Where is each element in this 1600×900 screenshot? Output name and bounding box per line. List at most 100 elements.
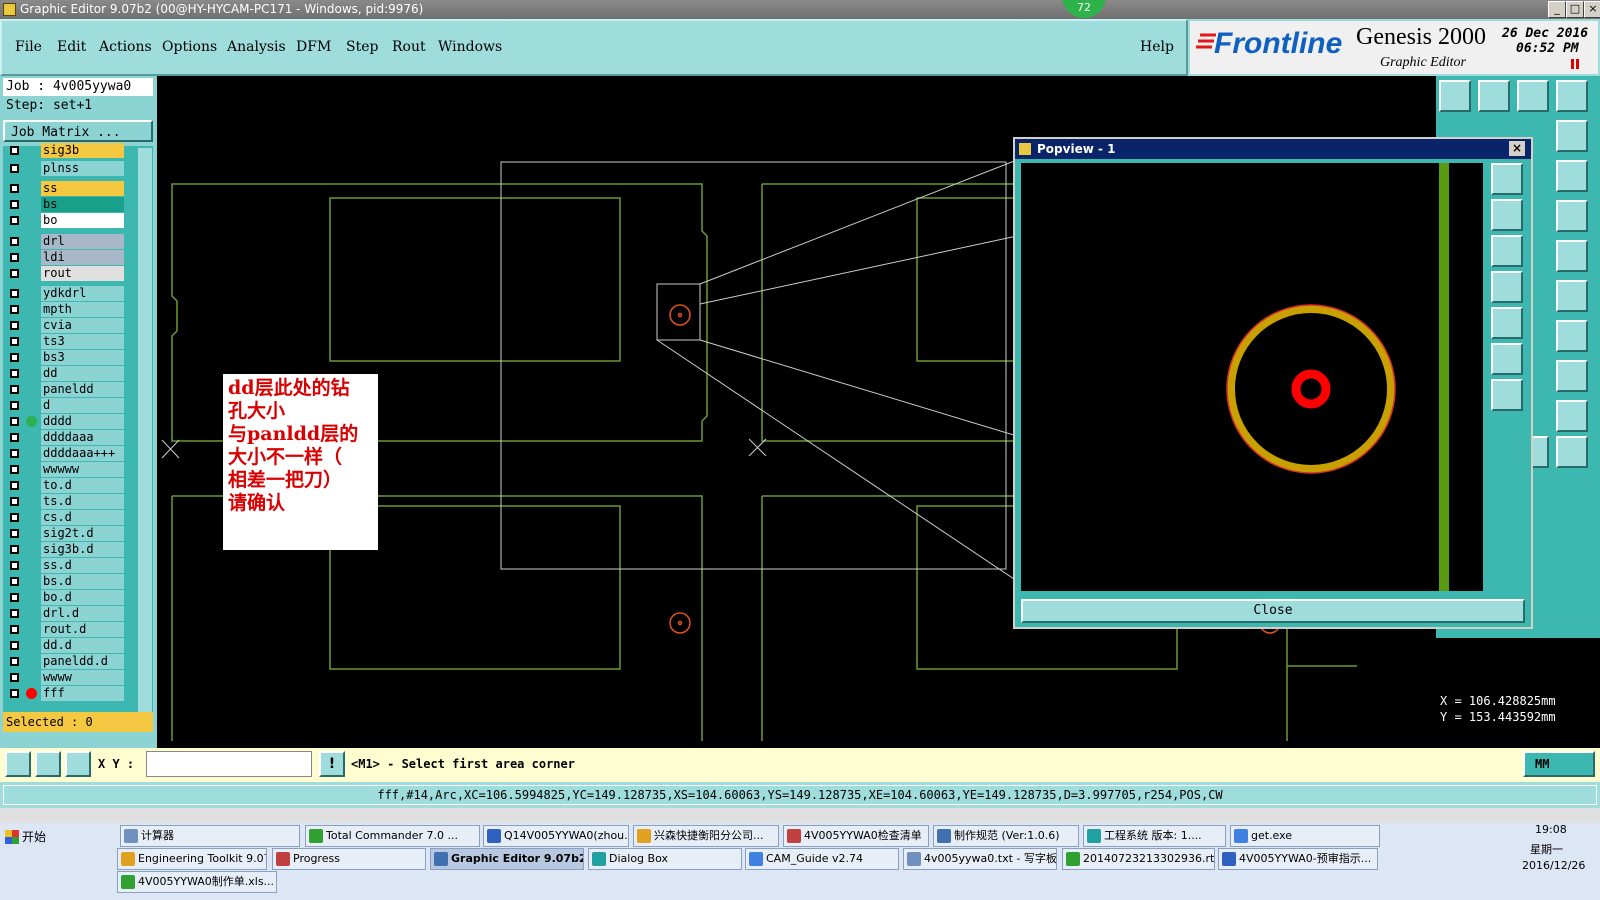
- layer-name[interactable]: paneldd: [41, 382, 124, 397]
- help-icon[interactable]: [1556, 160, 1588, 192]
- layer-name[interactable]: cs.d: [41, 510, 124, 525]
- popview-close-button[interactable]: Close: [1021, 599, 1525, 623]
- menu-edit[interactable]: Edit: [57, 39, 86, 55]
- net-icon[interactable]: [1556, 200, 1588, 232]
- taskbar-item[interactable]: 4V005YYWA0检查清单: [783, 825, 929, 847]
- alert-icon[interactable]: !: [319, 751, 345, 777]
- layer-row[interactable]: ss.d: [6, 558, 124, 573]
- arc-icon[interactable]: [1556, 400, 1588, 432]
- grid-icon[interactable]: [65, 751, 91, 777]
- taskbar-item[interactable]: 计算器: [120, 825, 300, 847]
- home-icon[interactable]: [1517, 80, 1549, 112]
- taskbar-item[interactable]: 4v005yywa0.txt - 写字板: [903, 848, 1057, 870]
- layer-row[interactable]: bs: [6, 197, 124, 212]
- taskbar-item[interactable]: Q14V005YYWA0(zhou...: [483, 825, 629, 847]
- up-arrow-icon[interactable]: [1439, 80, 1471, 112]
- popview-close-icon[interactable]: ×: [1509, 141, 1525, 156]
- layer-row[interactable]: to.d: [6, 478, 124, 493]
- layer-checkbox[interactable]: [10, 625, 19, 634]
- layer-checkbox[interactable]: [10, 577, 19, 586]
- taskbar-item[interactable]: Graphic Editor 9.07b2...: [430, 848, 584, 870]
- layer-checkbox[interactable]: [10, 673, 19, 682]
- layer-row[interactable]: ldi: [6, 250, 124, 265]
- layer-row[interactable]: ydkdrl: [6, 286, 124, 301]
- layer-name[interactable]: ts.d: [41, 494, 124, 509]
- layer-checkbox[interactable]: [10, 216, 19, 225]
- layer-checkbox[interactable]: [10, 513, 19, 522]
- layer-checkbox[interactable]: [10, 164, 19, 173]
- layer-checkbox[interactable]: [10, 305, 19, 314]
- zoom-tool-icon[interactable]: [1491, 163, 1523, 195]
- layer-row[interactable]: ts3: [6, 334, 124, 349]
- layer-checkbox[interactable]: [10, 657, 19, 666]
- menu-help[interactable]: Help: [1140, 39, 1174, 55]
- pause-icon[interactable]: [1571, 59, 1579, 69]
- layer-checkbox[interactable]: [10, 337, 19, 346]
- layer-checkbox[interactable]: [10, 561, 19, 570]
- system-clock[interactable]: 19:08 星期一 2016/12/26: [1470, 823, 1600, 900]
- layer-name[interactable]: dd.d: [41, 638, 124, 653]
- snap-icon[interactable]: [1556, 120, 1588, 152]
- layer-row[interactable]: drl: [6, 234, 124, 249]
- layer-row[interactable]: fff: [6, 686, 124, 701]
- layer-checkbox[interactable]: [10, 321, 19, 330]
- menu-step[interactable]: Step: [346, 39, 378, 55]
- layer-row[interactable]: cvia: [6, 318, 124, 333]
- xy-input[interactable]: [146, 751, 312, 777]
- layer-row[interactable]: wwww: [6, 670, 124, 685]
- layer-name[interactable]: ss: [41, 181, 124, 196]
- layer-row[interactable]: plnss: [6, 161, 124, 176]
- taskbar-item[interactable]: Progress: [272, 848, 426, 870]
- layer-row[interactable]: bs.d: [6, 574, 124, 589]
- menu-options[interactable]: Options: [162, 39, 217, 55]
- layer-checkbox[interactable]: [10, 593, 19, 602]
- layer-name[interactable]: bo: [41, 213, 124, 228]
- shapes-icon[interactable]: [1556, 360, 1588, 392]
- layer-row[interactable]: cs.d: [6, 510, 124, 525]
- layer-name[interactable]: mpth: [41, 302, 124, 317]
- layer-name[interactable]: wwwww: [41, 462, 124, 477]
- taskbar-item[interactable]: 制作规范 (Ver:1.0.6): [933, 825, 1079, 847]
- layer-row[interactable]: drl.d: [6, 606, 124, 621]
- layer-row[interactable]: dd.d: [6, 638, 124, 653]
- font-icon[interactable]: [1556, 320, 1588, 352]
- layer-name[interactable]: dddd: [41, 414, 124, 429]
- layer-row[interactable]: paneldd: [6, 382, 124, 397]
- layer-row[interactable]: d: [6, 398, 124, 413]
- layer-checkbox[interactable]: [10, 369, 19, 378]
- layer-row[interactable]: ss: [6, 181, 124, 196]
- maximize-button[interactable]: □: [1566, 1, 1584, 18]
- layer-name[interactable]: ss.d: [41, 558, 124, 573]
- layer-row[interactable]: ddddaaa+++: [6, 446, 124, 461]
- layer-name[interactable]: drl: [41, 234, 124, 249]
- layer-checkbox[interactable]: [10, 417, 19, 426]
- layer-name[interactable]: ddddaaa: [41, 430, 124, 445]
- layer-name[interactable]: dd: [41, 366, 124, 381]
- layer-checkbox[interactable]: [10, 609, 19, 618]
- minimize-button[interactable]: _: [1548, 1, 1566, 18]
- layer-name[interactable]: rout: [41, 266, 124, 281]
- pan-down-icon[interactable]: [1491, 235, 1523, 267]
- layer-row[interactable]: rout: [6, 266, 124, 281]
- layer-checkbox[interactable]: [10, 269, 19, 278]
- taskbar-item[interactable]: 4V005YYWA0-预审指示...: [1218, 848, 1378, 870]
- layer-checkbox[interactable]: [10, 449, 19, 458]
- layer-name[interactable]: ldi: [41, 250, 124, 265]
- layer-checkbox[interactable]: [10, 184, 19, 193]
- pan-up-icon[interactable]: [1491, 199, 1523, 231]
- pan-right-icon[interactable]: [1491, 307, 1523, 339]
- layer-name[interactable]: bs: [41, 197, 124, 212]
- layer-name[interactable]: sig3b: [41, 143, 124, 158]
- layer-row[interactable]: bo: [6, 213, 124, 228]
- layer-row[interactable]: ddddaaa: [6, 430, 124, 445]
- menu-file[interactable]: File: [15, 39, 42, 55]
- taskbar-item[interactable]: Engineering Toolkit 9.07...: [117, 848, 267, 870]
- layer-name[interactable]: bs3: [41, 350, 124, 365]
- layer-checkbox[interactable]: [10, 481, 19, 490]
- layer-checkbox[interactable]: [10, 289, 19, 298]
- layer-checkbox[interactable]: [10, 497, 19, 506]
- zoom-area-icon[interactable]: [5, 751, 31, 777]
- window-split-icon[interactable]: [1556, 80, 1588, 112]
- layer-name[interactable]: ddddaaa+++: [41, 446, 124, 461]
- layer-name[interactable]: ydkdrl: [41, 286, 124, 301]
